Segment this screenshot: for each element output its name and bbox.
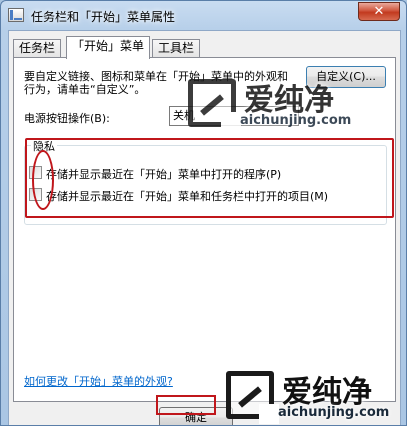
watermark-domain: aichunjing.com (278, 405, 390, 420)
tab-start-menu[interactable]: 「开始」菜单 (66, 36, 151, 59)
close-button[interactable]: ✕ (358, 2, 400, 21)
help-link[interactable]: 如何更改「开始」菜单的外观? (24, 373, 173, 389)
title-bar[interactable]: 任务栏和「开始」菜单属性 ✕ (1, 1, 406, 29)
privacy-highlight-box (25, 138, 394, 218)
power-button-label: 电源按钮操作(B): (24, 112, 110, 125)
dialog-window: 任务栏和「开始」菜单属性 ✕ 任务栏 「开始」菜单 工具栏 要自定义链接、图标和… (0, 0, 407, 426)
watermark-logo-icon (188, 79, 241, 132)
watermark-logo-icon (226, 371, 279, 424)
window-title: 任务栏和「开始」菜单属性 (31, 10, 176, 24)
tab-taskbar[interactable]: 任务栏 (13, 39, 62, 58)
ok-highlight-box (156, 395, 216, 415)
tab-toolbars[interactable]: 工具栏 (152, 39, 201, 58)
watermark-domain: aichunjing.com (240, 113, 352, 128)
taskbar-properties-icon (8, 8, 24, 22)
checkbox-highlight-ellipse (32, 150, 54, 210)
